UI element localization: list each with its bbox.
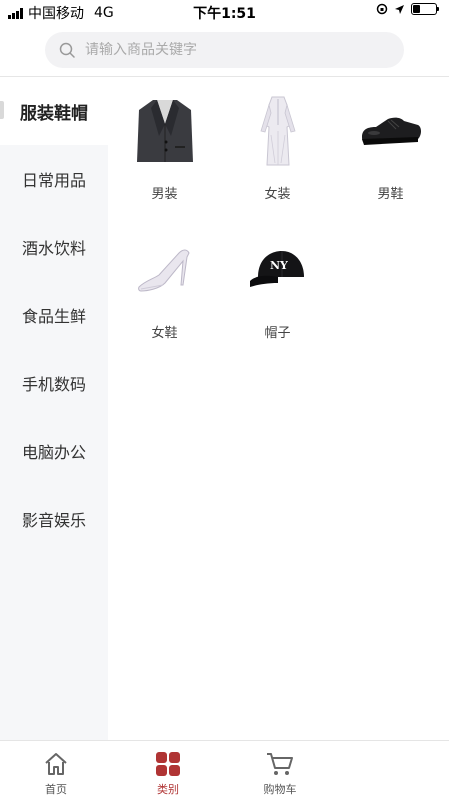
- dress-image: [240, 93, 316, 169]
- cart-icon: [265, 749, 295, 779]
- status-right: [376, 3, 439, 15]
- category-sidebar: 服装鞋帽 日常用品 酒水饮料 食品生鲜 手机数码 电脑办公 影音娱乐: [0, 77, 108, 740]
- subcategory-label: 帽子: [264, 326, 291, 341]
- subcategory-label: 男装: [151, 187, 178, 202]
- subcategory-hats[interactable]: NY 帽子: [221, 216, 334, 355]
- svg-text:NY: NY: [270, 259, 288, 272]
- sidebar-item-label: 手机数码: [21, 375, 86, 394]
- rotation-lock-icon: [376, 3, 388, 15]
- home-icon: [41, 749, 71, 779]
- sidebar-item-label: 服装鞋帽: [20, 103, 88, 124]
- sidebar-item-label: 影音娱乐: [21, 511, 86, 530]
- subcategory-label: 男鞋: [377, 187, 404, 202]
- suit-jacket-image: [127, 93, 203, 169]
- subcategory-panel: 男装 女装 男鞋 女鞋 NY 帽子: [108, 77, 449, 740]
- sidebar-item-clothing[interactable]: 服装鞋帽: [0, 77, 108, 145]
- sidebar-item-label: 电脑办公: [21, 443, 86, 462]
- sidebar-item-label: 食品生鲜: [21, 307, 86, 326]
- sidebar-item-label: 日常用品: [21, 171, 86, 190]
- subcategory-grid: 男装 女装 男鞋 女鞋 NY 帽子: [108, 77, 449, 355]
- tab-cart[interactable]: 购物车: [224, 741, 336, 800]
- category-icon: [153, 749, 183, 779]
- subcategory-label: 女装: [264, 187, 291, 202]
- tab-label: 首页: [45, 783, 67, 796]
- sidebar-item-computers[interactable]: 电脑办公: [0, 417, 108, 485]
- tab-label: 类别: [157, 783, 179, 796]
- tab-category[interactable]: 类别: [112, 741, 224, 800]
- active-marker: [0, 101, 4, 119]
- sidebar-item-drinks[interactable]: 酒水饮料: [0, 213, 108, 281]
- search-box[interactable]: [45, 32, 404, 68]
- location-icon: [395, 4, 404, 14]
- sidebar-item-daily[interactable]: 日常用品: [0, 145, 108, 213]
- subcategory-womens-shoes[interactable]: 女鞋: [108, 216, 221, 355]
- subcategory-mens-clothing[interactable]: 男装: [108, 77, 221, 216]
- baseball-cap-image: NY: [240, 232, 316, 308]
- sidebar-item-entertainment[interactable]: 影音娱乐: [0, 485, 108, 553]
- bottom-tabbar: 首页 类别 购物车: [0, 740, 449, 800]
- high-heel-image: [127, 232, 203, 308]
- sidebar-item-phones[interactable]: 手机数码: [0, 349, 108, 417]
- search-input[interactable]: [85, 42, 365, 58]
- subcategory-mens-shoes[interactable]: 男鞋: [334, 77, 447, 216]
- subcategory-label: 女鞋: [151, 326, 178, 341]
- battery-icon: [411, 3, 439, 15]
- sidebar-item-label: 酒水饮料: [21, 239, 86, 258]
- tab-home[interactable]: 首页: [0, 741, 112, 800]
- status-bar: 中国移动 4G 下午1:51: [0, 0, 449, 24]
- tab-label: 购物车: [263, 783, 297, 796]
- subcategory-womens-clothing[interactable]: 女装: [221, 77, 334, 216]
- search-header: [0, 26, 449, 77]
- leather-shoe-image: [353, 93, 429, 169]
- search-icon: [59, 42, 75, 58]
- battery-fill: [413, 5, 420, 13]
- sidebar-item-food[interactable]: 食品生鲜: [0, 281, 108, 349]
